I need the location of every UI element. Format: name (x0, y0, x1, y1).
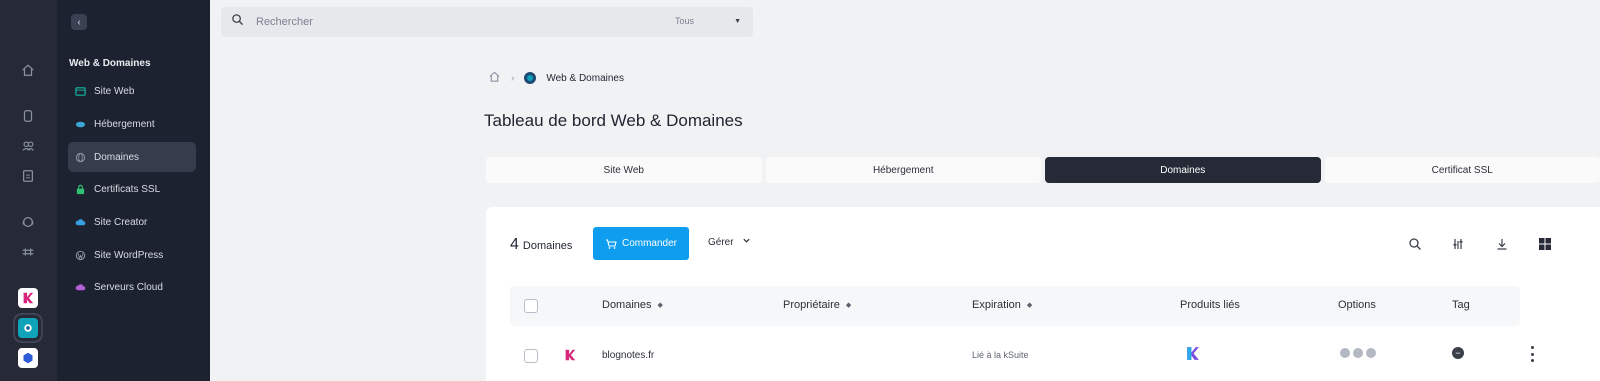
sort-icon: ◆ (845, 302, 852, 309)
web-domains-icon (524, 72, 537, 84)
column-label: Propriétaire (783, 299, 840, 311)
dns-option-icon[interactable] (1340, 348, 1350, 358)
kchat-app-icon[interactable] (18, 288, 38, 308)
sidebar-item-label: Site Creator (94, 216, 148, 228)
app-rail (0, 0, 57, 381)
breadcrumb: › Web & Domaines (488, 70, 624, 86)
search-icon (231, 13, 244, 31)
column-label: Produits liés (1180, 299, 1240, 311)
lock-icon (75, 184, 86, 195)
sidebar-title: Web & Domaines (69, 58, 151, 69)
sort-icon: ◆ (657, 302, 663, 309)
search-scope-select[interactable]: Tous ▼ (675, 16, 741, 26)
domain-name[interactable]: blognotes.fr (602, 350, 654, 361)
grid-view-icon[interactable] (1536, 235, 1554, 253)
column-proprietaire[interactable]: Propriétaire ◆ (783, 299, 851, 311)
tab-domaines[interactable]: Domaines (1045, 157, 1321, 183)
search-bar: Tous ▼ (221, 7, 753, 37)
sidebar-item-serveurs-cloud[interactable]: Serveurs Cloud (68, 272, 196, 302)
tag-minus-icon[interactable]: − (1452, 347, 1464, 359)
sidebar-item-label: Site Web (94, 85, 135, 97)
tab-bar: Site Web Hébergement Domaines Certificat… (486, 157, 1600, 183)
domain-count: 4 Domaines (510, 236, 572, 254)
manage-label: Gérer (708, 236, 734, 248)
column-label: Domaines (602, 299, 652, 311)
sidebar-item-label: Site WordPress (94, 249, 164, 261)
column-label: Options (1338, 299, 1376, 311)
ticket-icon[interactable] (20, 244, 36, 260)
kdrive-app-icon[interactable] (18, 348, 38, 368)
shield-option-icon[interactable] (1353, 348, 1363, 358)
page-title: Tableau de bord Web & Domaines (484, 111, 743, 130)
download-icon[interactable] (1493, 235, 1511, 253)
sidebar: ‹ Web & Domaines Site Web Hébergement Do… (57, 0, 210, 381)
database-icon[interactable] (20, 108, 36, 124)
sidebar-item-site-wordpress[interactable]: Site WordPress (68, 240, 196, 270)
column-options: Options (1338, 299, 1376, 311)
table-header: Domaines ◆ Propriétaire ◆ Expiration ◆ P… (510, 286, 1520, 326)
breadcrumb-current: Web & Domaines (546, 72, 624, 84)
home-icon[interactable] (488, 70, 501, 86)
search-input[interactable] (256, 16, 636, 28)
cart-icon (605, 238, 617, 249)
search-icon[interactable] (1406, 235, 1424, 253)
sort-icon: ◆ (1026, 302, 1033, 309)
wordpress-icon (75, 250, 86, 261)
web-domains-app-icon[interactable] (13, 313, 43, 343)
hosting-icon (75, 119, 86, 130)
column-tag: Tag (1452, 299, 1470, 311)
globe-icon (75, 152, 86, 163)
more-options-icon[interactable] (1529, 346, 1535, 362)
chevron-right-icon: › (511, 72, 515, 84)
sidebar-item-hebergement[interactable]: Hébergement (68, 109, 196, 139)
domains-card: 4 Domaines Commander Gérer Domaines ◆ Pr… (486, 207, 1600, 381)
tab-hebergement[interactable]: Hébergement (765, 157, 1041, 183)
table-toolbar: 4 Domaines Commander Gérer (486, 227, 1600, 261)
lock-option-icon[interactable] (1366, 348, 1376, 358)
chevron-left-icon: ‹ (77, 16, 81, 28)
main-content: › Web & Domaines Tableau de bord Web & D… (210, 45, 1600, 381)
caret-down-icon: ▼ (734, 17, 741, 25)
chevron-down-icon (742, 236, 751, 248)
tab-certificat-ssl[interactable]: Certificat SSL (1324, 157, 1600, 183)
sidebar-item-certificats-ssl[interactable]: Certificats SSL (68, 174, 196, 204)
row-checkbox[interactable] (524, 349, 538, 363)
manage-dropdown[interactable]: Gérer (708, 236, 751, 248)
sidebar-item-label: Hébergement (94, 118, 155, 130)
sidebar-item-label: Certificats SSL (94, 183, 161, 195)
users-icon[interactable] (20, 138, 36, 154)
column-label: Tag (1452, 299, 1470, 311)
sidebar-item-site-web[interactable]: Site Web (68, 76, 196, 106)
table-row[interactable]: blognotes.fr Lié à la kSuite − (510, 331, 1600, 381)
order-button[interactable]: Commander (593, 227, 689, 260)
linked-product-icon[interactable] (1184, 345, 1201, 367)
column-label: Expiration (972, 299, 1021, 311)
sidebar-item-domaines[interactable]: Domaines (68, 142, 196, 172)
domain-count-label: Domaines (522, 240, 573, 252)
tab-site-web[interactable]: Site Web (486, 157, 762, 183)
filter-icon[interactable] (1449, 235, 1467, 253)
column-domaines[interactable]: Domaines ◆ (602, 299, 663, 311)
domain-count-number: 4 (510, 236, 519, 253)
column-expiration[interactable]: Expiration ◆ (972, 299, 1032, 311)
options-icons (1340, 348, 1376, 358)
website-icon (75, 86, 86, 97)
kchat-logo-icon (563, 348, 577, 367)
cloud-icon (75, 217, 86, 228)
search-scope-value: Tous (675, 16, 695, 26)
domain-expiration: Lié à la kSuite (972, 350, 1029, 360)
sidebar-item-site-creator[interactable]: Site Creator (68, 207, 196, 237)
sidebar-item-label: Domaines (94, 151, 140, 163)
select-all-checkbox[interactable] (524, 299, 538, 313)
sidebar-item-label: Serveurs Cloud (94, 281, 163, 293)
order-button-label: Commander (621, 238, 678, 249)
collapse-sidebar-button[interactable]: ‹ (71, 14, 87, 30)
support-icon[interactable] (20, 214, 36, 230)
home-icon[interactable] (20, 62, 36, 78)
invoice-icon[interactable] (20, 168, 36, 184)
column-produits-lies: Produits liés (1180, 299, 1240, 311)
server-cloud-icon (75, 282, 86, 293)
